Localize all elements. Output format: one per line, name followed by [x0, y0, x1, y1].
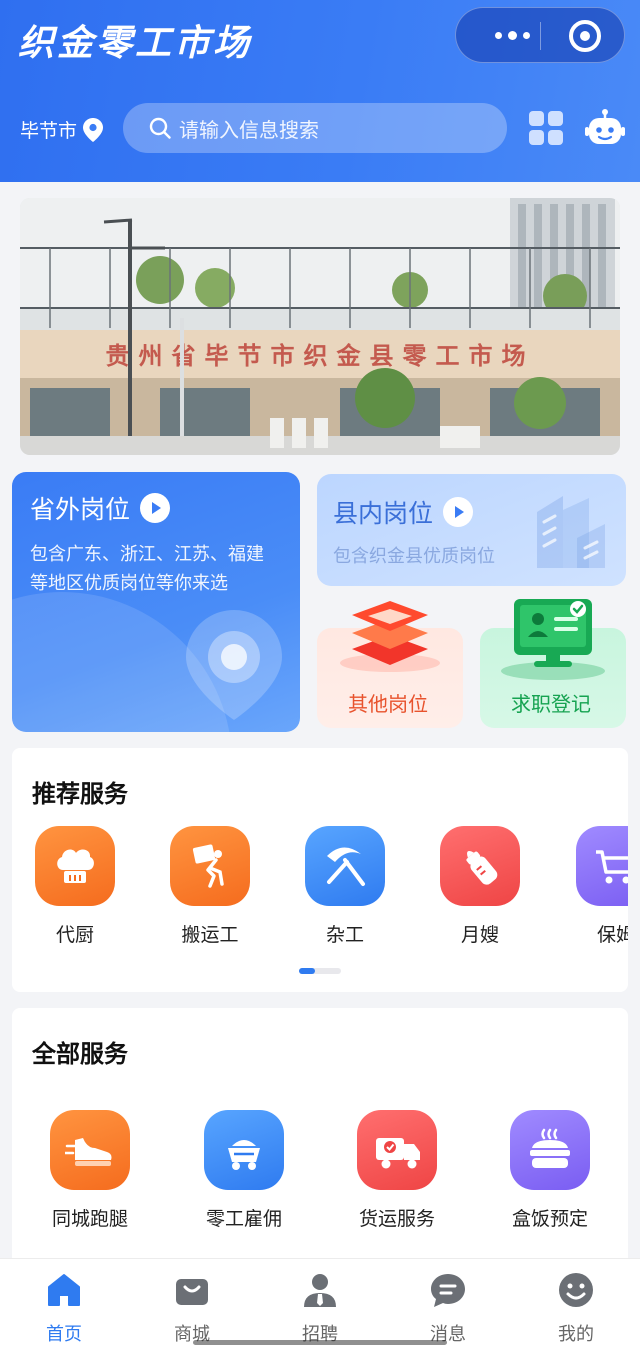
- service-lunchbox[interactable]: 盒饭预定: [510, 1110, 590, 1231]
- carousel-pager: [299, 968, 341, 974]
- cart-icon: [596, 850, 628, 884]
- out-province-desc: 包含广东、浙江、江苏、福建 等地区优质岗位等你来选: [30, 544, 264, 594]
- shopping-bag-icon: [176, 1279, 208, 1305]
- grid-menu-icon[interactable]: [529, 111, 563, 145]
- capsule-divider: [540, 22, 541, 50]
- banner-sign-text: 贵州省毕节市织金县零工市场: [106, 342, 535, 370]
- service-porter[interactable]: 搬运工: [170, 826, 250, 947]
- truck-icon: [376, 1138, 420, 1169]
- monitor-id-card-icon: [501, 599, 605, 680]
- porter-icon: [192, 844, 224, 888]
- recommended-title: 推荐服务: [32, 780, 128, 808]
- out-province-title[interactable]: 省外岗位: [30, 490, 171, 526]
- city-label: 毕节市: [20, 120, 78, 142]
- service-errand[interactable]: 同城跑腿: [50, 1110, 130, 1231]
- lunchbox-icon: [530, 1128, 570, 1168]
- market-building-photo: 贵州省毕节市织金县零工市场: [20, 198, 620, 455]
- bottom-tab-bar: 首页 商城 招聘 消息 我的: [0, 1258, 640, 1348]
- tab-mall[interactable]: 商城: [152, 1271, 232, 1346]
- more-icon[interactable]: [482, 22, 542, 48]
- top-header: 织金零工市场 毕节市 请输入信息搜索: [0, 0, 640, 182]
- smiley-face-icon: [559, 1273, 593, 1307]
- baby-bottle-icon: [466, 851, 498, 885]
- location-pin-icon: [83, 117, 104, 142]
- in-county-title[interactable]: 县内岗位: [333, 494, 474, 530]
- tab-mine[interactable]: 我的: [536, 1271, 616, 1346]
- robot-assistant-icon[interactable]: [585, 108, 625, 148]
- service-chef[interactable]: 代厨: [35, 826, 115, 947]
- arrow-right-icon: [443, 497, 474, 527]
- home-indicator: [193, 1340, 447, 1345]
- tab-messages[interactable]: 消息: [408, 1271, 488, 1346]
- chat-bubble-icon: [431, 1274, 465, 1307]
- search-bar[interactable]: 请输入信息搜索: [123, 103, 507, 153]
- sneaker-icon: [65, 1138, 112, 1166]
- app-title: 织金零工市场: [18, 23, 253, 64]
- arrow-right-icon: [140, 493, 171, 523]
- all-services-title: 全部服务: [32, 1040, 128, 1068]
- user-tie-icon: [304, 1274, 336, 1307]
- mini-program-capsule: [455, 7, 625, 63]
- service-hiring[interactable]: 零工雇佣: [204, 1110, 284, 1231]
- tab-home[interactable]: 首页: [24, 1271, 104, 1346]
- other-jobs-label: 其他岗位: [348, 692, 428, 716]
- service-nanny[interactable]: 保姆: [576, 826, 628, 947]
- service-odd-jobs[interactable]: 杂工: [305, 826, 385, 947]
- buildings-decoration-icon: [537, 496, 605, 568]
- mine-cart-icon: [228, 1140, 260, 1170]
- city-selector[interactable]: 毕节市: [20, 116, 104, 143]
- map-pin-decoration-icon: [186, 610, 282, 720]
- banner-image[interactable]: 贵州省毕节市织金县零工市场: [20, 198, 620, 455]
- chef-hat-icon: [57, 849, 94, 883]
- job-register-label: 求职登记: [511, 692, 591, 716]
- search-placeholder: 请输入信息搜索: [179, 117, 319, 142]
- service-freight[interactable]: 货运服务: [357, 1110, 437, 1231]
- home-icon: [48, 1274, 80, 1306]
- close-icon[interactable]: [569, 20, 601, 52]
- layers-icon: [340, 601, 440, 672]
- tab-recruit[interactable]: 招聘: [280, 1271, 360, 1346]
- search-icon: [149, 117, 171, 139]
- recommended-services-panel: 推荐服务 代厨 搬运工 杂工 月嫂 保姆: [12, 748, 628, 992]
- pickaxe-icon: [327, 847, 365, 886]
- in-county-desc: 包含织金县优质岗位: [333, 546, 495, 567]
- all-services-panel: 全部服务 同城跑腿 零工雇佣 货运服务 盒饭预定: [12, 1008, 628, 1268]
- service-maternity-nurse[interactable]: 月嫂: [440, 826, 520, 947]
